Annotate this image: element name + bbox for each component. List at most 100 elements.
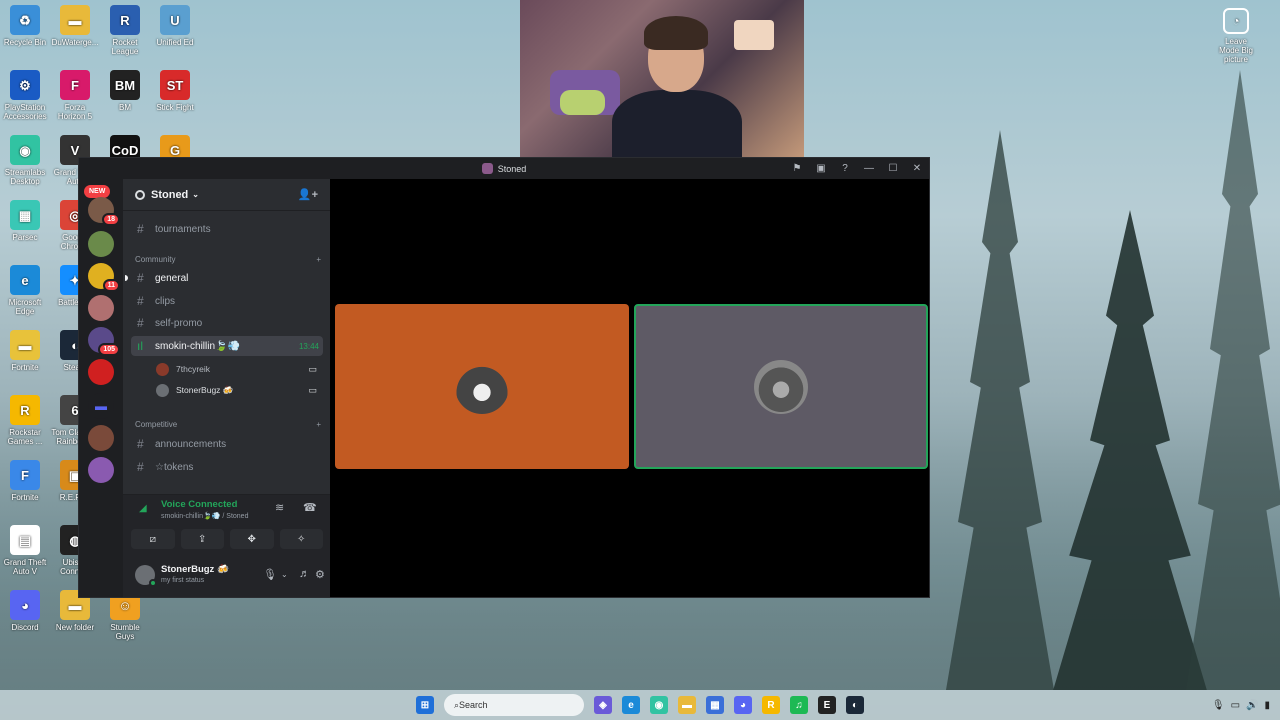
desktop-icon[interactable]: e Microsoft Edge bbox=[0, 265, 50, 316]
desktop-icon[interactable]: ♻ Recycle Bin bbox=[0, 5, 50, 47]
noise-suppression-icon[interactable]: ≋ bbox=[275, 501, 284, 514]
volume-icon[interactable]: 🔊 bbox=[1246, 700, 1258, 711]
username[interactable]: StonerBugz 🍻 bbox=[161, 564, 229, 575]
edge-icon[interactable]: e bbox=[622, 696, 640, 714]
chevron-down-icon: ⌄ bbox=[192, 190, 199, 199]
app-icon: ♻ bbox=[10, 5, 40, 35]
app-icon: ▬ bbox=[10, 330, 40, 360]
folder-icon[interactable]: ▬ bbox=[88, 393, 114, 419]
help-icon[interactable]: ? bbox=[833, 163, 857, 174]
controller-icon[interactable]: ◈ bbox=[594, 696, 612, 714]
network-icon[interactable]: ▭ bbox=[1231, 700, 1240, 711]
desktop-icon[interactable]: F Fortnite bbox=[0, 460, 50, 502]
unread-indicator bbox=[125, 275, 128, 281]
app-icon: ▤ bbox=[10, 525, 40, 555]
screen-icon[interactable]: ▣ bbox=[809, 163, 833, 174]
invite-icon[interactable]: 👤+ bbox=[298, 188, 318, 201]
epic-icon[interactable]: E bbox=[818, 696, 836, 714]
chevron-down-icon[interactable]: ⌄ bbox=[281, 570, 288, 579]
guild-icon[interactable] bbox=[88, 359, 114, 385]
store-icon[interactable]: ▦ bbox=[706, 696, 724, 714]
server-icon bbox=[481, 163, 493, 174]
guild-icon[interactable] bbox=[88, 457, 114, 483]
voice-status[interactable]: Voice Connected bbox=[161, 499, 237, 510]
channel-tokens[interactable]: # ☆tokens bbox=[131, 457, 323, 477]
hash-icon: # bbox=[137, 437, 144, 451]
avatar[interactable] bbox=[135, 565, 157, 587]
activity-button[interactable]: ✥ bbox=[230, 529, 274, 549]
category-community[interactable]: Community + bbox=[135, 255, 321, 264]
channel-clips[interactable]: # clips bbox=[131, 291, 323, 311]
desktop-icon-label: Fortnite bbox=[11, 363, 39, 372]
camera-button[interactable]: ⧄ bbox=[131, 529, 175, 549]
desktop-icon-label: Microsoft Edge bbox=[8, 298, 42, 316]
taskbar: ⊞ ⌕ Search ◈ e ◉ ▬ ▦ ◕ R ♫ E ◐ 🎙 ▭ 🔊 ▮ bbox=[0, 690, 1280, 720]
app-icon: ST bbox=[160, 70, 190, 100]
guild-icon[interactable] bbox=[88, 425, 114, 451]
guild-icon[interactable] bbox=[88, 295, 114, 321]
voice-user[interactable]: StonerBugz 🍻 ▭ bbox=[156, 380, 321, 400]
desktop-icon[interactable]: ▬ DuWaterge... bbox=[50, 5, 100, 47]
desktop-icon-label: Rocket League bbox=[111, 38, 139, 56]
desktop-icon[interactable]: F Forza Horizon 5 bbox=[50, 70, 100, 121]
desktop-icon[interactable]: ▦ Parsec bbox=[0, 200, 50, 242]
desktop-icon-label: DuWaterge... bbox=[51, 38, 99, 47]
minimize-button[interactable]: — bbox=[857, 163, 881, 174]
guild-icon[interactable]: 105 bbox=[88, 327, 120, 356]
spotify-icon[interactable]: ♫ bbox=[790, 696, 808, 714]
desktop-icon-label: Forza Horizon 5 bbox=[57, 103, 93, 121]
taskbar-search[interactable]: ⌕ Search bbox=[444, 694, 584, 716]
app-icon: ⚙ bbox=[10, 70, 40, 100]
speaker-icon: ıl bbox=[137, 339, 143, 353]
guild-icon[interactable]: 11 bbox=[88, 263, 120, 292]
voice-channel[interactable]: ıl smokin-chillin🍃💨 13:44 bbox=[131, 336, 323, 356]
maximize-button[interactable]: ☐ bbox=[881, 163, 905, 174]
desktop-icon[interactable]: ▤ Grand Theft Auto V bbox=[0, 525, 50, 576]
channel-self-promo[interactable]: # self-promo bbox=[131, 313, 323, 333]
app-icon: ▬ bbox=[60, 5, 90, 35]
battery-icon[interactable]: ▮ bbox=[1264, 700, 1270, 711]
desktop-icon[interactable]: ⚙ PlayStation Accessories bbox=[0, 70, 50, 121]
app-icon: ▦ bbox=[10, 200, 40, 230]
participant-tile[interactable] bbox=[335, 304, 629, 469]
guild-icon[interactable] bbox=[88, 231, 114, 257]
desktop-icon[interactable]: ▬ Fortnite bbox=[0, 330, 50, 372]
streamlabs-icon[interactable]: ◉ bbox=[650, 696, 668, 714]
gear-icon[interactable]: ⚙ bbox=[315, 568, 325, 581]
close-button[interactable]: ✕ bbox=[905, 163, 929, 174]
desktop-icon[interactable]: ◉ Streamlabs Desktop bbox=[0, 135, 50, 186]
server-header[interactable]: Stoned ⌄ 👤+ bbox=[123, 179, 330, 211]
category-competitive[interactable]: Competitive + bbox=[135, 420, 321, 429]
channel-general[interactable]: # general bbox=[131, 268, 323, 288]
voice-user[interactable]: 7thcyreik ▭ bbox=[156, 359, 321, 379]
channel-announcements[interactable]: # announcements bbox=[131, 434, 323, 454]
desktop-icon[interactable]: ST Stick Fight bbox=[150, 70, 200, 112]
explorer-icon[interactable]: ▬ bbox=[678, 696, 696, 714]
rockstar-icon[interactable]: R bbox=[762, 696, 780, 714]
screen-share-button[interactable]: ⇪ bbox=[180, 529, 224, 549]
microphone-icon[interactable]: 🎙 bbox=[1212, 700, 1225, 711]
inbox-icon[interactable]: ⚑ bbox=[785, 163, 809, 174]
hash-icon: # bbox=[137, 460, 144, 474]
voice-channel-path[interactable]: smokin-chillin🍃💨 / Stoned bbox=[161, 512, 248, 520]
start-icon[interactable]: ⊞ bbox=[416, 696, 434, 714]
custom-status: my first status bbox=[161, 577, 205, 584]
headphones-icon[interactable]: ♬ bbox=[299, 568, 310, 580]
guild-icon[interactable]: 18 bbox=[88, 197, 120, 226]
pip-exit-button[interactable]: ◔ Leave Mode Big picture bbox=[1216, 8, 1256, 64]
desktop-icon[interactable]: R Rockstar Games ... bbox=[0, 395, 50, 446]
desktop-icon[interactable]: BM BM bbox=[100, 70, 150, 112]
steam-icon[interactable]: ◐ bbox=[846, 696, 864, 714]
microphone-icon[interactable]: 🎙 bbox=[263, 568, 277, 581]
add-channel-icon[interactable]: + bbox=[316, 420, 321, 429]
participant-tile-speaking[interactable] bbox=[634, 304, 928, 469]
discord-icon[interactable]: ◕ bbox=[734, 696, 752, 714]
add-channel-icon[interactable]: + bbox=[316, 255, 321, 264]
disconnect-icon[interactable]: ☎ bbox=[303, 501, 317, 514]
desktop-icon[interactable]: ◕ Discord bbox=[0, 590, 50, 632]
desktop-icon[interactable]: U Unified Ed bbox=[150, 5, 200, 47]
desktop-icon[interactable]: R Rocket League bbox=[100, 5, 150, 56]
pip-icon: ◔ bbox=[1223, 8, 1249, 34]
channel-tournaments[interactable]: # tournaments bbox=[131, 219, 323, 239]
soundboard-button[interactable]: ✧ bbox=[279, 529, 323, 549]
